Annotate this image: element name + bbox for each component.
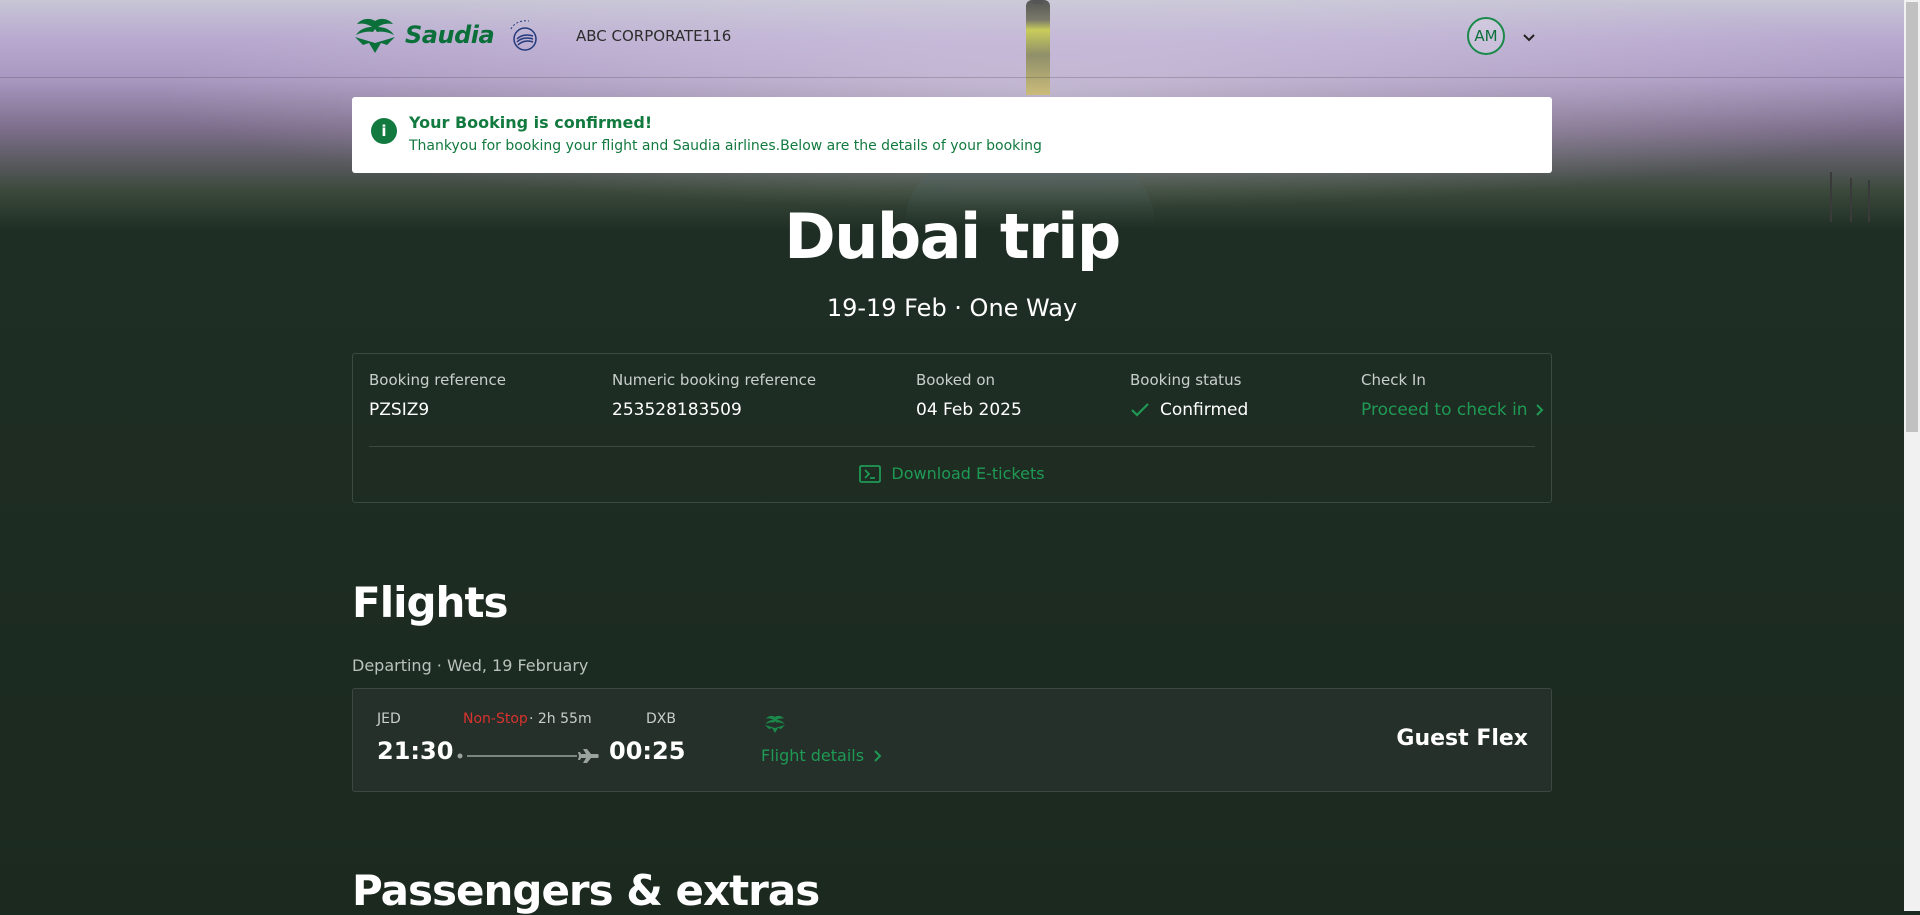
- numeric-reference-field: Numeric booking reference 253528183509: [612, 371, 816, 420]
- booking-reference-label: Booking reference: [369, 371, 506, 389]
- info-icon: i: [371, 118, 397, 144]
- flight-details-link[interactable]: Flight details: [761, 746, 884, 765]
- proceed-to-check-in-text[interactable]: Proceed to check in: [1361, 400, 1528, 420]
- arrival-time: 00:25: [609, 737, 686, 765]
- ticket-icon: [859, 464, 882, 483]
- scrollbar-thumb[interactable]: [1906, 2, 1918, 432]
- flight-card: JED 21:30 Non-Stop · 2h 55m DXB 00:25 Fl…: [352, 688, 1552, 792]
- booked-on-label: Booked on: [916, 371, 995, 389]
- chevron-down-icon[interactable]: [1522, 28, 1536, 47]
- booked-on-field: Booked on 04 Feb 2025: [916, 371, 1022, 420]
- booking-reference-field: Booking reference PZSIZ9: [369, 371, 506, 420]
- flights-heading: Flights: [352, 578, 509, 627]
- route-line: [457, 746, 599, 770]
- skyteam-icon: [510, 20, 537, 51]
- stops-label: Non-Stop: [463, 711, 528, 727]
- download-e-tickets-link[interactable]: Download E-tickets: [353, 464, 1551, 483]
- numeric-reference-value: 253528183509: [612, 400, 742, 420]
- user-avatar[interactable]: AM: [1467, 17, 1505, 55]
- palm-swords-icon: [355, 18, 395, 53]
- trip-title: Dubai trip: [784, 200, 1121, 273]
- lamp-post: [1850, 178, 1852, 222]
- check-in-field: Check In Proceed to check in: [1361, 371, 1546, 420]
- saudia-tail-icon: [763, 713, 787, 739]
- scrollbar[interactable]: [1904, 0, 1920, 911]
- confirmation-banner: i Your Booking is confirmed! Thankyou fo…: [352, 97, 1552, 173]
- download-e-tickets-text[interactable]: Download E-tickets: [891, 464, 1044, 483]
- numeric-reference-label: Numeric booking reference: [612, 371, 817, 389]
- chevron-right-icon: [1535, 404, 1543, 416]
- origin-dot: [457, 753, 463, 759]
- check-in-label: Check In: [1361, 371, 1426, 389]
- booking-reference-value: PZSIZ9: [369, 400, 430, 420]
- corporate-name: ABC CORPORATE116: [576, 27, 732, 45]
- booked-on-value: 04 Feb 2025: [916, 400, 1022, 420]
- banner-message: Thankyou for booking your flight and Sau…: [409, 138, 1042, 154]
- flight-details-text[interactable]: Flight details: [761, 746, 864, 765]
- destination-code: DXB: [646, 711, 676, 727]
- departure-time: 21:30: [377, 737, 454, 765]
- booking-status-field: Booking status Confirmed: [1130, 371, 1248, 420]
- card-divider: [369, 446, 1535, 447]
- trip-subtitle: 19-19 Feb · One Way: [826, 294, 1078, 322]
- booking-status-text: Confirmed: [1160, 400, 1249, 420]
- fare-type: Guest Flex: [1396, 726, 1528, 751]
- origin-code: JED: [377, 711, 401, 727]
- proceed-to-check-in-link[interactable]: Proceed to check in: [1361, 400, 1546, 420]
- booking-status-value: Confirmed: [1130, 400, 1248, 420]
- chevron-right-icon: [874, 749, 882, 762]
- lamp-post: [1868, 180, 1870, 222]
- top-header: Saudia ABC CORPORATE116 AM: [0, 0, 1904, 78]
- booking-summary-card: Booking reference PZSIZ9 Numeric booking…: [352, 353, 1552, 503]
- passengers-heading: Passengers & extras: [352, 866, 820, 915]
- flight-duration: · 2h 55m: [529, 711, 592, 727]
- saudia-logo[interactable]: Saudia: [351, 15, 495, 55]
- booking-status-label: Booking status: [1130, 371, 1242, 389]
- brand-name: Saudia: [405, 21, 495, 49]
- departing-date: Departing · Wed, 19 February: [352, 656, 589, 675]
- lamp-post: [1830, 172, 1832, 222]
- check-icon: [1131, 403, 1149, 417]
- skyteam-logo: [505, 17, 541, 57]
- banner-title: Your Booking is confirmed!: [409, 113, 653, 132]
- plane-icon: [578, 749, 599, 763]
